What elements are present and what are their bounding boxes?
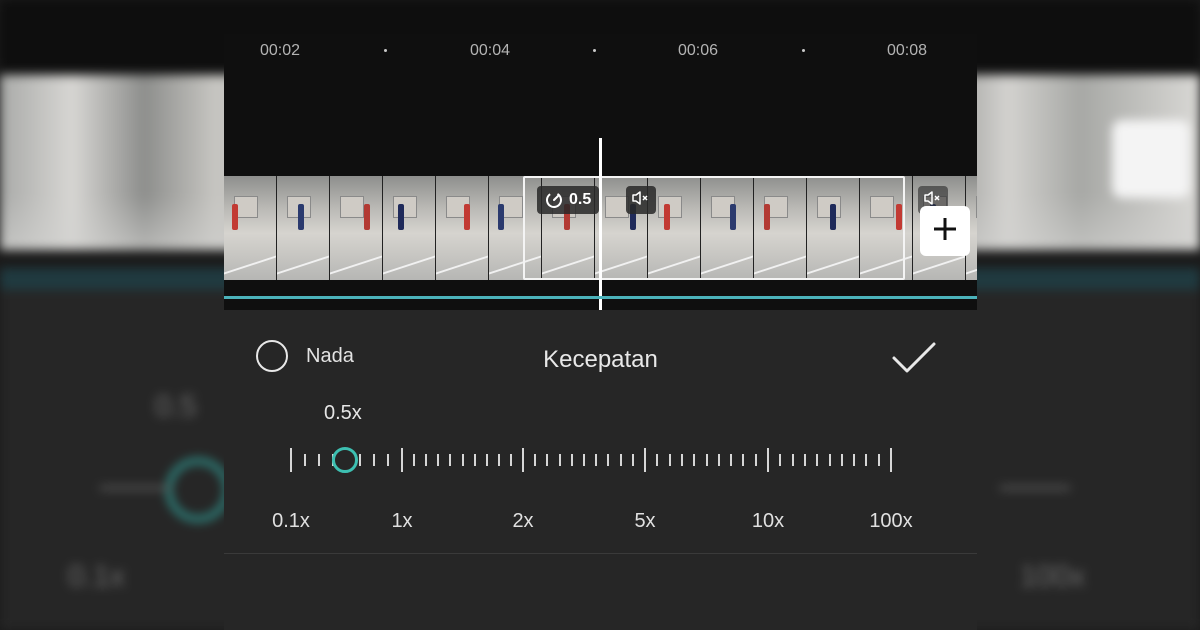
current-speed-value: 0.5x: [324, 402, 362, 424]
filmstrip-frame: [330, 176, 382, 280]
frame-figure: [498, 204, 504, 230]
scale-label: 0.1x: [272, 510, 310, 532]
divider: [224, 553, 977, 554]
mute-badge[interactable]: [626, 186, 656, 214]
slider-tick: [558, 454, 561, 466]
slider-tick: [413, 454, 416, 466]
slider-tick: [693, 454, 696, 466]
slider-tick: [595, 454, 598, 466]
time-label: 00:04: [469, 42, 511, 59]
frame-figure: [232, 204, 238, 230]
slider-tick: [705, 454, 708, 466]
speed-editor-panel: 00:02 00:04 00:06 00:08 0.5 0.5x 0.1x 1x…: [224, 34, 977, 630]
panel-title: Kecepatan: [543, 346, 658, 373]
slider-tick: [754, 454, 757, 466]
slider-tick: [570, 454, 573, 466]
filmstrip-frame: [436, 176, 488, 280]
time-label: 00:08: [886, 42, 928, 59]
speed-slider-knob[interactable]: [332, 447, 358, 473]
slider-tick: [425, 454, 428, 466]
time-label: 00:02: [259, 42, 301, 59]
slider-tick: [461, 454, 464, 466]
scale-label: 10x: [751, 510, 785, 532]
slider-tick: [509, 454, 512, 466]
time-label: 00:06: [677, 42, 719, 59]
slider-tick: [359, 454, 362, 466]
filmstrip-frame: [224, 176, 276, 280]
slider-tick: [534, 454, 537, 466]
check-icon: [890, 342, 938, 380]
slider-tick: [840, 454, 843, 466]
add-clip-button[interactable]: [920, 206, 970, 256]
scale-label: 100x: [869, 510, 913, 532]
time-dot: [384, 49, 387, 52]
slider-tick: [497, 454, 500, 466]
speed-dial-icon: [545, 191, 563, 209]
slider-tick: [619, 454, 622, 466]
slider-tick: [546, 454, 549, 466]
slider-tick: [803, 454, 806, 466]
slider-tick: [473, 454, 476, 466]
speed-badge: 0.5: [537, 186, 600, 214]
slider-tick: [816, 454, 819, 466]
timeline-ruler: 00:02 00:04 00:06 00:08: [224, 34, 977, 64]
slider-tick: [437, 454, 440, 466]
slider-tick: [717, 454, 720, 466]
slider-tick: [877, 454, 880, 466]
slider-tick: [668, 454, 671, 466]
slider-tick: [303, 454, 306, 466]
slider-major-tick: [401, 448, 403, 472]
speed-slider[interactable]: [290, 440, 894, 484]
filmstrip-frame: [277, 176, 329, 280]
slider-tick: [853, 454, 856, 466]
slider-major-tick: [290, 448, 292, 472]
slider-tick: [387, 454, 390, 466]
slider-tick: [656, 454, 659, 466]
plus-icon: [932, 216, 958, 247]
slider-tick: [828, 454, 831, 466]
confirm-button[interactable]: [890, 340, 938, 376]
time-dot: [593, 49, 596, 52]
slider-tick: [779, 454, 782, 466]
frame-figure: [364, 204, 370, 230]
speed-badge-value: 0.5: [569, 191, 592, 208]
audio-track-line: [224, 296, 977, 299]
slider-major-tick: [890, 448, 892, 472]
frame-figure: [298, 204, 304, 230]
scale-label: 2x: [512, 510, 534, 532]
playhead[interactable]: [599, 138, 602, 310]
slider-tick: [631, 454, 634, 466]
scale-label: 1x: [391, 510, 413, 532]
scale-label: 5x: [634, 510, 656, 532]
slider-tick: [730, 454, 733, 466]
slider-tick: [742, 454, 745, 466]
muted-speaker-icon: [631, 190, 651, 211]
slider-tick: [791, 454, 794, 466]
slider-tick: [583, 454, 585, 466]
slider-tick: [485, 454, 488, 466]
slider-major-tick: [522, 448, 524, 472]
slider-tick: [865, 454, 868, 466]
slider-tick: [680, 454, 683, 466]
frame-figure: [398, 204, 404, 230]
slider-tick: [449, 454, 452, 466]
slider-tick: [317, 454, 320, 466]
slider-tick: [373, 454, 376, 466]
filmstrip-frame: [383, 176, 435, 280]
slider-major-tick: [767, 448, 769, 472]
slider-major-tick: [644, 448, 646, 472]
slider-tick: [607, 454, 610, 466]
frame-figure: [464, 204, 470, 230]
time-dot: [802, 49, 805, 52]
